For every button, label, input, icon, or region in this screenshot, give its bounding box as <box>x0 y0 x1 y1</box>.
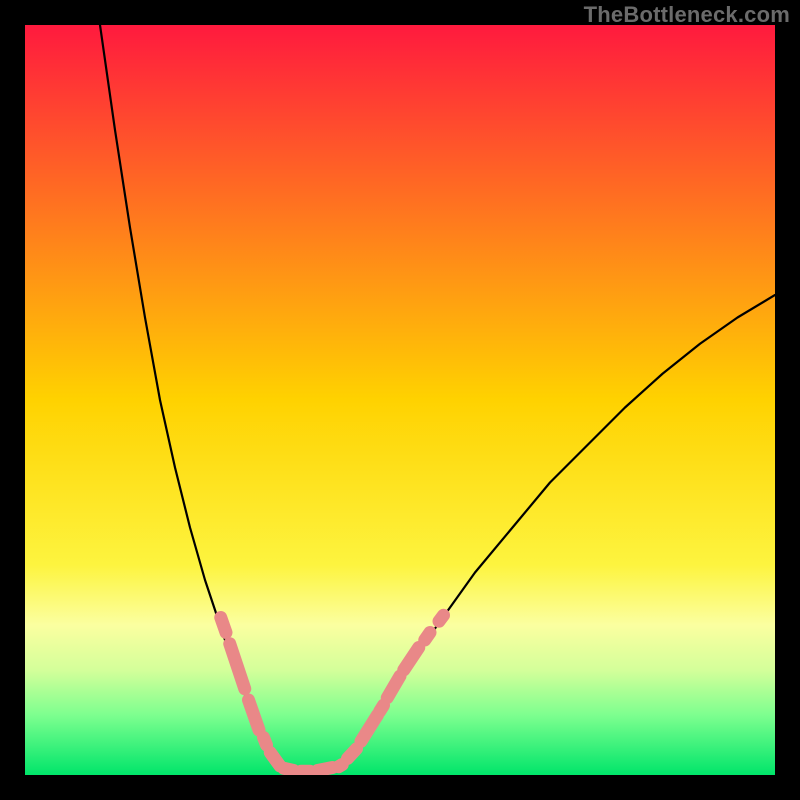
marker-capsule <box>270 753 280 767</box>
marker-capsule <box>348 749 357 759</box>
marker-capsule <box>425 633 430 641</box>
chart-frame <box>25 25 775 775</box>
bottleneck-curve-chart <box>25 25 775 775</box>
marker-capsule <box>380 705 384 711</box>
watermark-label: TheBottleneck.com <box>584 2 790 28</box>
marker-capsule <box>264 738 267 746</box>
marker-capsule <box>221 618 226 633</box>
marker-capsule <box>284 768 294 770</box>
marker-capsule <box>318 768 333 771</box>
gradient-background <box>25 25 775 775</box>
marker-capsule <box>339 765 343 767</box>
marker-capsule <box>439 615 444 621</box>
